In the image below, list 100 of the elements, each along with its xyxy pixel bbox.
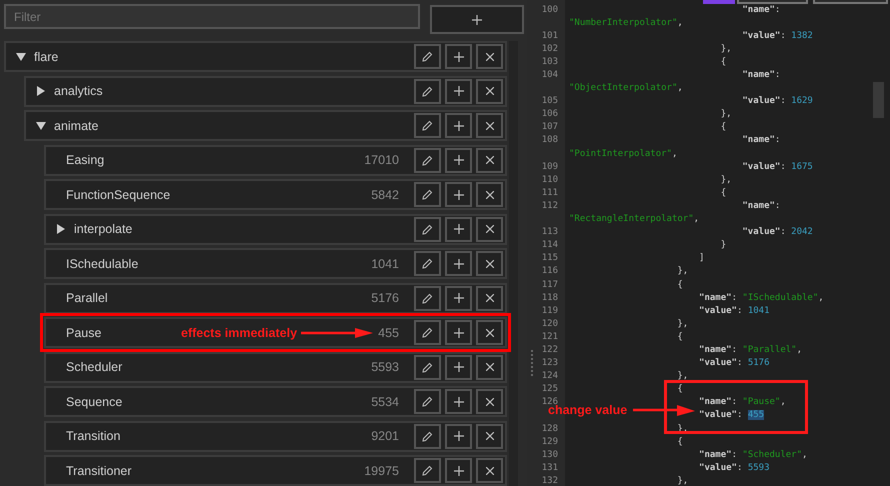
close-icon (486, 52, 494, 60)
plus-icon (454, 120, 464, 130)
delete-button[interactable] (476, 354, 503, 380)
json-key: "name" (569, 292, 732, 303)
add-button[interactable] (445, 182, 472, 207)
json-punctuation: : (780, 162, 787, 172)
plus-icon (454, 52, 464, 62)
add-button[interactable] (445, 251, 472, 276)
tree-row[interactable]: animate (24, 110, 507, 141)
add-button[interactable] (445, 44, 472, 69)
delete-button[interactable] (476, 113, 503, 138)
json-punctuation: : (774, 135, 780, 146)
add-button[interactable] (445, 113, 472, 138)
add-button[interactable] (445, 216, 472, 242)
edit-button[interactable] (414, 424, 441, 448)
node-value: 17010 (364, 153, 399, 167)
json-punctuation: { (676, 436, 683, 447)
node-label: Pause (65, 326, 102, 340)
expand-triangle-icon[interactable] (56, 224, 66, 234)
delete-button[interactable] (476, 44, 503, 69)
tree-row[interactable]: Easing 17010 (44, 144, 507, 176)
edit-button[interactable] (414, 320, 441, 345)
tree-row[interactable]: Sequence 5534 (44, 386, 507, 417)
tree-row[interactable]: Scheduler 5593 (44, 352, 507, 382)
edit-button[interactable] (414, 354, 441, 380)
annotation-arrow (633, 404, 696, 416)
add-button[interactable] (445, 354, 472, 380)
scrollbar-thumb[interactable] (873, 82, 884, 118)
json-punctuation: } (720, 240, 726, 250)
tree-row[interactable]: Transitioner 19975 (44, 455, 507, 486)
tree-row[interactable]: analytics (24, 76, 507, 106)
add-button[interactable] (445, 286, 472, 310)
edit-button[interactable] (414, 389, 441, 414)
collapse-triangle-icon[interactable] (36, 120, 46, 130)
delete-button[interactable] (476, 286, 503, 310)
collapse-triangle-icon[interactable] (16, 52, 26, 62)
tree-row[interactable]: interpolate (44, 214, 507, 244)
edit-button[interactable] (414, 216, 441, 242)
expand-triangle-icon[interactable] (36, 86, 46, 96)
delete-button[interactable] (476, 148, 503, 172)
line-number: 101 (540, 30, 558, 41)
add-button[interactable] (445, 148, 472, 172)
edit-button[interactable] (414, 251, 441, 276)
tab-button[interactable] (737, 0, 808, 4)
delete-button[interactable] (476, 320, 503, 345)
add-button[interactable] (445, 389, 472, 414)
edit-button[interactable] (414, 182, 441, 207)
line-number: 114 (540, 240, 558, 250)
add-button[interactable] (445, 458, 472, 483)
json-punctuation: }, (720, 109, 732, 120)
json-punctuation: , (818, 292, 824, 303)
delete-button[interactable] (476, 424, 503, 448)
json-punctuation: : (732, 450, 738, 460)
json-key: "name" (569, 344, 732, 355)
tree-row[interactable]: Parallel 5176 (44, 282, 507, 314)
json-punctuation: : (732, 344, 738, 355)
edit-button[interactable] (414, 78, 441, 104)
edit-button[interactable] (414, 148, 441, 172)
delete-button[interactable] (476, 182, 503, 207)
json-punctuation: , (694, 214, 700, 224)
delete-button[interactable] (476, 78, 503, 104)
json-number: 5176 (748, 358, 770, 368)
edit-button[interactable] (414, 113, 441, 138)
edit-button[interactable] (414, 44, 441, 69)
close-icon (486, 87, 494, 95)
line-number: 119 (540, 306, 558, 316)
scrollbar-track[interactable] (509, 41, 518, 486)
tree-row[interactable]: Transition 9201 (44, 420, 507, 452)
close-icon (486, 398, 494, 406)
tree-row[interactable]: ISchedulable 1041 (44, 248, 507, 279)
tab-button[interactable] (813, 0, 888, 4)
node-label: flare (34, 50, 58, 64)
pencil-icon (422, 154, 433, 166)
json-punctuation: { (676, 332, 683, 342)
node-value: 1041 (371, 256, 399, 270)
delete-button[interactable] (476, 458, 503, 483)
add-button[interactable] (445, 78, 472, 104)
line-number: 130 (540, 450, 558, 460)
pencil-icon (422, 292, 433, 304)
json-string: "Pause" (742, 397, 780, 408)
node-value: 19975 (364, 464, 399, 478)
plus-icon (454, 396, 464, 406)
delete-button[interactable] (476, 251, 503, 276)
pencil-icon (422, 189, 433, 200)
tree-row[interactable]: flare (4, 41, 507, 72)
tree-row[interactable]: FunctionSequence 5842 (44, 179, 507, 210)
delete-button[interactable] (476, 389, 503, 414)
line-number: 120 (540, 318, 558, 329)
add-button[interactable] (445, 320, 472, 345)
delete-button[interactable] (476, 216, 503, 242)
filter-field[interactable]: Filter (4, 4, 420, 29)
json-punctuation: : (780, 227, 787, 238)
edit-button[interactable] (414, 286, 441, 310)
add-button[interactable] (445, 424, 472, 448)
node-label: ISchedulable (65, 256, 138, 270)
pencil-icon (422, 51, 433, 62)
close-icon (486, 225, 494, 233)
edit-button[interactable] (414, 458, 441, 483)
json-punctuation: { (720, 56, 726, 67)
line-number: 124 (540, 371, 558, 382)
